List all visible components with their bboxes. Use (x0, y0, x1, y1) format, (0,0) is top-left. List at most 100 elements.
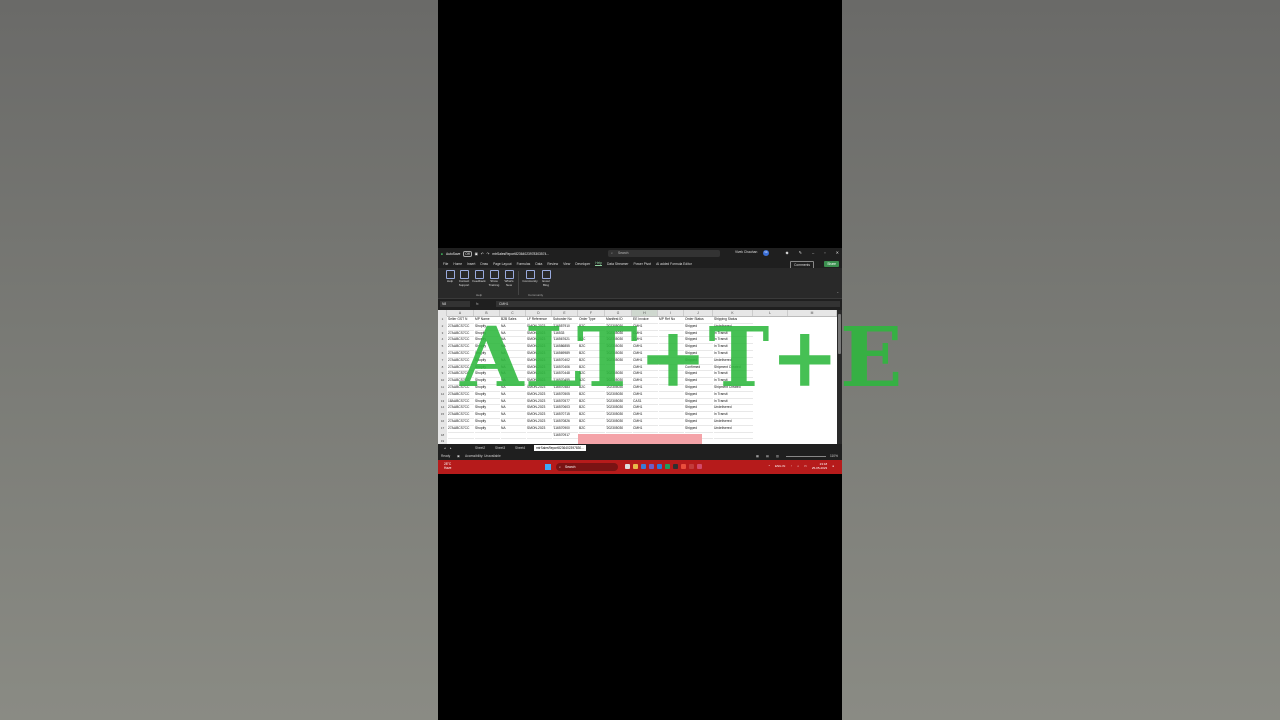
battery-icon[interactable]: ▭ (804, 464, 807, 468)
save-icon[interactable]: ▣ (475, 252, 478, 256)
row-header[interactable]: 1 (438, 316, 447, 323)
menu-developer[interactable]: Developer (575, 262, 590, 266)
row-header[interactable]: 14 (438, 404, 447, 411)
table-cell[interactable] (714, 432, 753, 440)
row-header[interactable]: 3 (438, 330, 447, 337)
menu-power-pivot[interactable]: Power Pivot (633, 262, 651, 266)
ribbon-collapse-icon[interactable]: ⌄ (836, 290, 839, 294)
show-training-button[interactable]: Show Training (487, 270, 501, 287)
pen-icon[interactable]: ✎ (799, 250, 802, 255)
table-cell[interactable] (501, 432, 526, 440)
maximize-icon[interactable]: ▫ (824, 250, 825, 255)
menu-insert[interactable]: Insert (467, 262, 475, 266)
menu-draw[interactable]: Draw (480, 262, 488, 266)
diamond-icon[interactable]: ◆ (786, 250, 789, 255)
redo-icon[interactable]: ↷ (487, 252, 490, 256)
excel-taskbar-icon[interactable] (665, 464, 670, 469)
whats-new-button[interactable]: What's New (502, 270, 516, 287)
row-header[interactable]: 2 (438, 323, 447, 330)
name-box[interactable]: N8 (440, 301, 470, 307)
row-header[interactable]: 17 (438, 425, 447, 432)
table-cell[interactable]: '116570917 (553, 432, 578, 440)
prev-sheet-icon[interactable]: ◂ (444, 445, 446, 451)
sheet-tab-mtrsalesreport[interactable]: mtrSalesReport8236402397830... (534, 445, 586, 451)
menu-formulas[interactable]: Formulas (517, 262, 531, 266)
language-indicator[interactable]: ENG IN (775, 464, 785, 468)
row-header[interactable]: 11 (438, 384, 447, 391)
sheet-tab-sheet3[interactable]: Sheet3 (495, 445, 505, 451)
next-sheet-icon[interactable]: ▸ (450, 445, 452, 451)
menu-data-streamer[interactable]: Data Streamer (607, 262, 628, 266)
taskbar-search[interactable]: ⌕ Search (556, 463, 618, 471)
autosave-toggle[interactable]: Off (463, 250, 472, 257)
feedback-button[interactable]: Feedback (472, 270, 486, 284)
recorder-icon[interactable] (689, 464, 694, 469)
menu-home[interactable]: Home (453, 262, 462, 266)
autosave-label: AutoSave (446, 251, 461, 256)
row-header[interactable]: 5 (438, 343, 447, 350)
menu-help[interactable]: Help (595, 261, 603, 266)
ribbon-separator (518, 271, 519, 295)
excel-blog-button[interactable]: Excel Blog (539, 270, 553, 287)
table-cell[interactable] (475, 432, 500, 440)
app-icon[interactable] (649, 464, 654, 469)
system-tray[interactable]: ^ ENG IN ◔ ◖ ▭ 23:18 25-05-2023 ● (769, 462, 834, 470)
volume-icon[interactable]: ◖ (797, 464, 799, 468)
menu-view[interactable]: View (563, 262, 570, 266)
notification-icon[interactable]: ● (832, 464, 834, 468)
row-header[interactable]: 7 (438, 357, 447, 364)
page-break-view-icon[interactable]: ▥ (776, 453, 779, 459)
normal-view-icon[interactable]: ▦ (756, 453, 759, 459)
ribbon-group-community: Community (528, 293, 544, 297)
page-layout-view-icon[interactable]: ▤ (766, 453, 769, 459)
contact-support-button[interactable]: Contact Support (457, 270, 471, 287)
row-header[interactable]: 15 (438, 411, 447, 418)
menu-data[interactable]: Data (535, 262, 542, 266)
menu-file[interactable]: File (443, 262, 448, 266)
zoom-level[interactable]: 110% (830, 453, 838, 459)
zoom-slider[interactable] (786, 456, 826, 457)
menu-page-layout[interactable]: Page Layout (493, 262, 512, 266)
sheet-tab-sheet4[interactable]: Sheet4 (515, 445, 525, 451)
app-icon-2[interactable] (697, 464, 702, 469)
menu-review[interactable]: Review (547, 262, 558, 266)
weather-widget[interactable]: 28°C Haze (444, 462, 451, 470)
row-header[interactable]: 9 (438, 370, 447, 377)
task-view-icon[interactable] (625, 464, 630, 469)
search-input[interactable]: ⌕ Search (608, 250, 720, 257)
clock[interactable]: 23:18 25-05-2023 (812, 462, 827, 470)
row-header[interactable]: 10 (438, 377, 447, 384)
tray-chevron-icon[interactable]: ^ (769, 464, 770, 468)
community-button[interactable]: Community (522, 270, 538, 284)
table-cell[interactable] (527, 432, 552, 440)
browser-icon[interactable] (657, 464, 662, 469)
accessibility-status[interactable]: Accessibility: Unavailable (465, 453, 501, 459)
windows-start-icon[interactable] (545, 464, 551, 470)
menu-ai-formula-editor[interactable]: AI added Formula Editor (656, 262, 692, 266)
close-icon[interactable]: ✕ (836, 250, 839, 255)
store-icon[interactable] (641, 464, 646, 469)
fx-icon[interactable]: fx (476, 301, 479, 307)
avatar[interactable]: VC (763, 250, 769, 256)
sheet-tab-sheet2[interactable]: Sheet2 (475, 445, 485, 451)
table-cell[interactable] (448, 432, 474, 440)
row-header[interactable]: 16 (438, 418, 447, 425)
undo-icon[interactable]: ↶ (481, 252, 484, 256)
row-header[interactable]: 8 (438, 364, 447, 371)
formula-input[interactable]: CMH1 (496, 301, 840, 307)
user-name[interactable]: Vivek Chauhan (735, 250, 757, 254)
row-header[interactable]: 18 (438, 432, 447, 439)
wifi-icon[interactable]: ◔ (790, 464, 792, 468)
minimize-icon[interactable]: – (812, 250, 814, 255)
terminal-icon[interactable] (673, 464, 678, 469)
macro-record-icon[interactable]: ▣ (457, 453, 460, 459)
row-header[interactable]: 13 (438, 398, 447, 405)
row-header[interactable]: 12 (438, 391, 447, 398)
file-name[interactable]: mtrSalesReport82364023978303574... (492, 252, 549, 256)
row-header[interactable]: 4 (438, 336, 447, 343)
help-button[interactable]: Help (443, 270, 457, 284)
chrome-icon[interactable] (681, 464, 686, 469)
file-explorer-icon[interactable] (633, 464, 638, 469)
share-button[interactable]: Share (824, 261, 839, 267)
row-header[interactable]: 6 (438, 350, 447, 357)
